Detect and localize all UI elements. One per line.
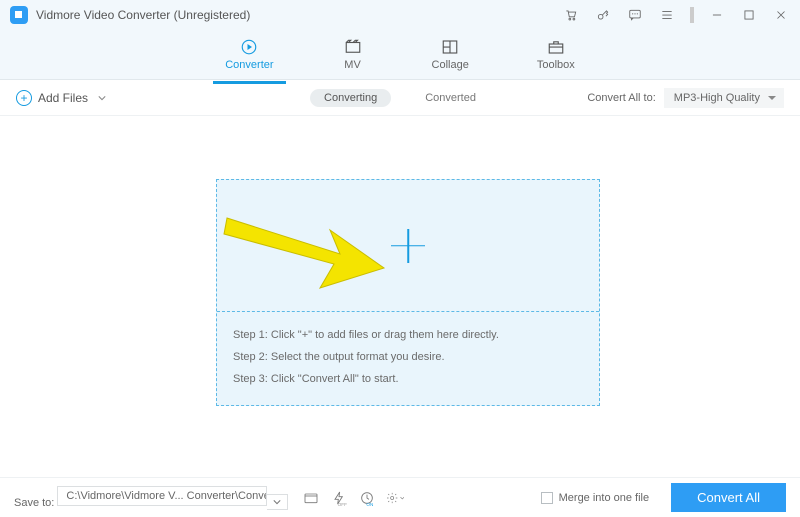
checkbox-icon [541,492,553,504]
action-bar: + Add Files Converting Converted Convert… [0,80,800,116]
tab-converting[interactable]: Converting [310,89,391,107]
main-tabbar: Converter MV Collage Toolbox [0,30,800,80]
drop-zone: Step 1: Click "+" to add files or drag t… [216,179,600,406]
close-button[interactable] [772,6,790,24]
save-path-field[interactable]: C:\Vidmore\Vidmore V... Converter\Conver… [57,486,267,506]
key-icon[interactable] [594,6,612,24]
main-canvas: Step 1: Click "+" to add files or drag t… [0,116,800,477]
title-bar: Vidmore Video Converter (Unregistered) [0,0,800,30]
hardware-accel-off-icon[interactable]: OFF [330,489,348,507]
plus-icon: + [16,90,32,106]
add-files-dropzone[interactable] [217,180,599,312]
quick-action-icons: OFF ON [302,489,404,507]
high-speed-on-icon[interactable]: ON [358,489,376,507]
save-to-control: Save to: C:\Vidmore\Vidmore V... Convert… [14,486,288,510]
maximize-button[interactable] [740,6,758,24]
save-to-label: Save to: [14,497,54,509]
tab-label: Converter [225,59,273,71]
conversion-status-tabs: Converting Converted [310,89,490,107]
save-path-dropdown[interactable] [267,494,288,510]
step-3: Step 3: Click "Convert All" to start. [233,368,583,390]
svg-text:OFF: OFF [338,502,347,506]
cart-icon[interactable] [562,6,580,24]
app-title: Vidmore Video Converter (Unregistered) [36,8,250,22]
bottom-bar: Save to: C:\Vidmore\Vidmore V... Convert… [0,477,800,517]
merge-label: Merge into one file [559,492,650,504]
tab-label: Collage [432,59,469,71]
divider [690,7,694,23]
convert-all-label: Convert All to: [587,92,655,104]
tab-converted[interactable]: Converted [411,89,490,107]
minimize-button[interactable] [708,6,726,24]
menu-icon[interactable] [658,6,676,24]
settings-icon[interactable] [386,489,404,507]
convert-all-to: Convert All to: MP3-High Quality [587,88,784,108]
feedback-icon[interactable] [626,6,644,24]
tab-label: Toolbox [537,59,575,71]
step-2: Step 2: Select the output format you des… [233,346,583,368]
output-format-select[interactable]: MP3-High Quality [664,88,784,108]
merge-checkbox[interactable]: Merge into one file [541,492,650,504]
open-folder-icon[interactable] [302,489,320,507]
window-controls [562,6,790,24]
add-files-button[interactable]: + Add Files [16,90,106,106]
tab-converter[interactable]: Converter [219,34,279,75]
step-1: Step 1: Click "+" to add files or drag t… [233,324,583,346]
tab-label: MV [344,59,361,71]
instruction-steps: Step 1: Click "+" to add files or drag t… [217,312,599,402]
app-logo [10,6,28,24]
big-plus-icon [391,229,425,263]
svg-text:ON: ON [367,502,374,506]
add-files-label: Add Files [38,91,88,105]
tab-mv[interactable]: MV [336,34,370,75]
convert-all-button[interactable]: Convert All [671,483,786,512]
tab-collage[interactable]: Collage [426,34,475,75]
chevron-down-icon [98,94,106,102]
tab-toolbox[interactable]: Toolbox [531,34,581,75]
